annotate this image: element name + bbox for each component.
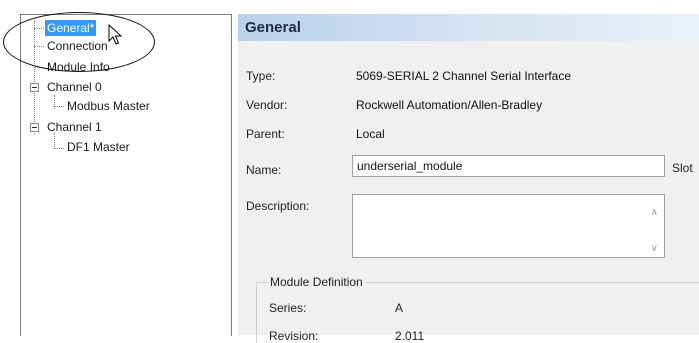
tree-connector — [34, 46, 44, 47]
description-field[interactable]: ∧ ∨ — [352, 194, 665, 258]
description-label: Description: — [246, 199, 310, 213]
tree-item-label: Channel 1 — [47, 120, 102, 134]
series-value: A — [395, 301, 404, 315]
type-label: Type: — [246, 69, 276, 83]
general-panel: General Type: 5069-SERIAL 2 Channel Seri… — [238, 14, 699, 343]
parent-value: Local — [356, 127, 385, 141]
scroll-down-icon[interactable]: ∨ — [651, 239, 658, 259]
tree-item-channel-0[interactable]: Channel 0 — [45, 79, 104, 95]
slot-label: Slot — [672, 161, 693, 175]
tree-connector — [54, 148, 64, 149]
module-tree: General* Connection Module Info Channel … — [20, 14, 232, 336]
tree-item-label: Module Info — [47, 60, 110, 74]
vendor-label: Vendor: — [246, 98, 288, 112]
tree-item-module-info[interactable]: Module Info — [45, 59, 112, 75]
collapse-icon[interactable] — [30, 83, 39, 92]
tree-item-label: Channel 0 — [47, 80, 102, 94]
revision-label: Revision: — [269, 329, 319, 343]
panel-header: General — [238, 14, 699, 41]
scroll-up-icon[interactable]: ∧ — [651, 203, 658, 223]
type-value: 5069-SERIAL 2 Channel Serial Interface — [356, 69, 572, 83]
vendor-value: Rockwell Automation/Allen-Bradley — [356, 98, 543, 112]
tree-connector — [54, 133, 55, 149]
tree-item-label: General* — [45, 20, 97, 36]
tree-item-df1-master[interactable]: DF1 Master — [65, 139, 132, 155]
tree-item-label: Modbus Master — [67, 99, 150, 113]
mouse-cursor-icon — [108, 24, 122, 45]
tree-connector — [34, 67, 44, 68]
tree-item-label: Connection — [47, 39, 108, 53]
tree-item-general[interactable]: General* — [45, 20, 97, 36]
page-title: General — [245, 19, 301, 36]
collapse-icon[interactable] — [30, 123, 39, 132]
name-label: Name: — [246, 163, 282, 177]
tree-connector — [34, 28, 44, 29]
tree-item-modbus-master[interactable]: Modbus Master — [65, 98, 152, 114]
module-definition-group: Module Definition Series: A Revision: 2.… — [256, 275, 699, 343]
tree-item-channel-1[interactable]: Channel 1 — [45, 119, 104, 135]
tree-connector — [54, 106, 64, 107]
parent-label: Parent: — [246, 127, 285, 141]
series-label: Series: — [269, 301, 307, 315]
tree-item-label: DF1 Master — [67, 140, 130, 154]
revision-value: 2.011 — [395, 329, 425, 343]
name-field[interactable]: underserial_module — [352, 155, 665, 177]
module-definition-legend: Module Definition — [267, 275, 366, 289]
tree-item-connection[interactable]: Connection — [45, 38, 110, 54]
tree-connector — [34, 20, 35, 134]
